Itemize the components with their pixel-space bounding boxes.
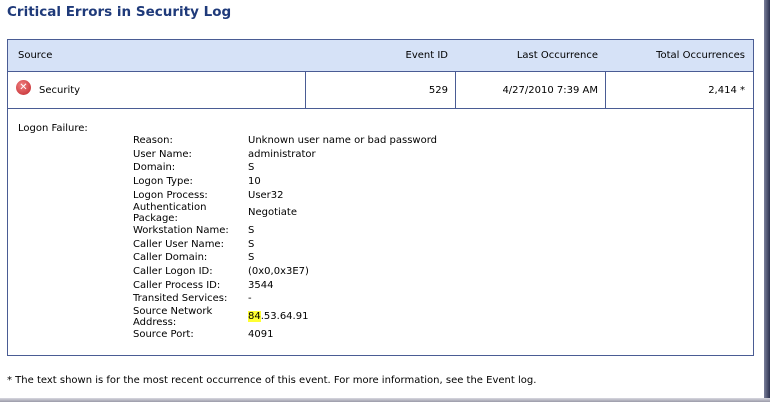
detail-label: Logon Type: <box>133 176 193 188</box>
detail-label: Source Network Address: <box>133 305 213 328</box>
detail-value: (0x0,0x3E7) <box>248 266 309 278</box>
section-title: Logon Failure: <box>18 123 88 134</box>
footnote: * The text shown is for the most recent … <box>7 375 537 386</box>
column-header-last-occurrence[interactable]: Last Occurrence <box>456 40 606 71</box>
detail-value: 3544 <box>248 279 274 291</box>
table-header: Source Event ID Last Occurrence Total Oc… <box>8 40 753 72</box>
page-title: Critical Errors in Security Log <box>7 4 232 20</box>
highlighted-text: 84 <box>248 311 261 323</box>
critical-errors-table: Source Event ID Last Occurrence Total Oc… <box>7 39 754 356</box>
window-frame-bottom <box>0 398 770 402</box>
event-details: Reason: Unknown user name or bad password… <box>133 134 437 341</box>
detail-label: Transited Services: <box>133 293 228 305</box>
column-header-total-occurrences[interactable]: Total Occurrences <box>606 40 753 71</box>
detail-label: Reason: <box>133 135 173 147</box>
detail-row: User Name: administrator <box>133 148 437 162</box>
event-id-cell: 529 <box>305 72 456 108</box>
table-row[interactable]: ✕ Security 529 4/27/2010 7:39 AM 2,414 * <box>8 72 753 109</box>
detail-label: Authentication Package: <box>133 201 207 224</box>
detail-value: Negotiate <box>248 207 297 219</box>
detail-value: S <box>248 225 255 237</box>
total-occurrences-cell: 2,414 * <box>605 72 753 108</box>
error-icon: ✕ <box>16 79 31 95</box>
detail-row: Logon Type: 10 <box>133 175 437 189</box>
last-occurrence-cell: 4/27/2010 7:39 AM <box>455 72 606 108</box>
detail-label: Domain: <box>133 162 176 174</box>
detail-row: Domain: S <box>133 161 437 175</box>
window-frame-edge <box>764 0 770 402</box>
source-value: Security <box>39 84 81 96</box>
column-header-event-id[interactable]: Event ID <box>306 40 456 71</box>
detail-value: S <box>248 162 255 174</box>
detail-value: S <box>248 252 255 264</box>
detail-label: Caller User Name: <box>133 238 224 250</box>
detail-label: Source Port: <box>133 328 194 340</box>
detail-row: Caller Logon ID: (0x0,0x3E7) <box>133 265 437 279</box>
column-header-source[interactable]: Source <box>18 40 298 71</box>
detail-row: Transited Services: - <box>133 292 437 306</box>
detail-row: Source Network Address: 84.53.64.91 <box>133 306 437 328</box>
detail-row: Logon Process: User32 <box>133 188 437 202</box>
detail-label: Caller Logon ID: <box>133 266 213 278</box>
detail-label: Caller Process ID: <box>133 279 221 291</box>
detail-row: Reason: Unknown user name or bad password <box>133 134 437 148</box>
detail-row: Caller Process ID: 3544 <box>133 278 437 292</box>
detail-row: Source Port: 4091 <box>133 328 437 342</box>
detail-value: 10 <box>248 176 261 188</box>
detail-row: Caller User Name: S <box>133 238 437 252</box>
detail-row: Caller Domain: S <box>133 251 437 265</box>
detail-label: Caller Domain: <box>133 252 208 264</box>
detail-row: Authentication Package: Negotiate <box>133 202 437 224</box>
detail-value: administrator <box>248 148 316 160</box>
source-cell: ✕ Security <box>16 72 306 108</box>
detail-label: Workstation Name: <box>133 225 229 237</box>
detail-value: User32 <box>248 189 284 201</box>
detail-value: 84.53.64.91 <box>248 311 309 323</box>
detail-value: - <box>248 293 252 305</box>
detail-value: Unknown user name or bad password <box>248 135 438 147</box>
detail-row: Workstation Name: S <box>133 224 437 238</box>
detail-label: User Name: <box>133 148 192 160</box>
detail-label: Logon Process: <box>133 189 208 201</box>
detail-value-rest: .53.64.91 <box>260 311 309 323</box>
detail-value: 4091 <box>248 328 274 340</box>
detail-value: S <box>248 238 255 250</box>
